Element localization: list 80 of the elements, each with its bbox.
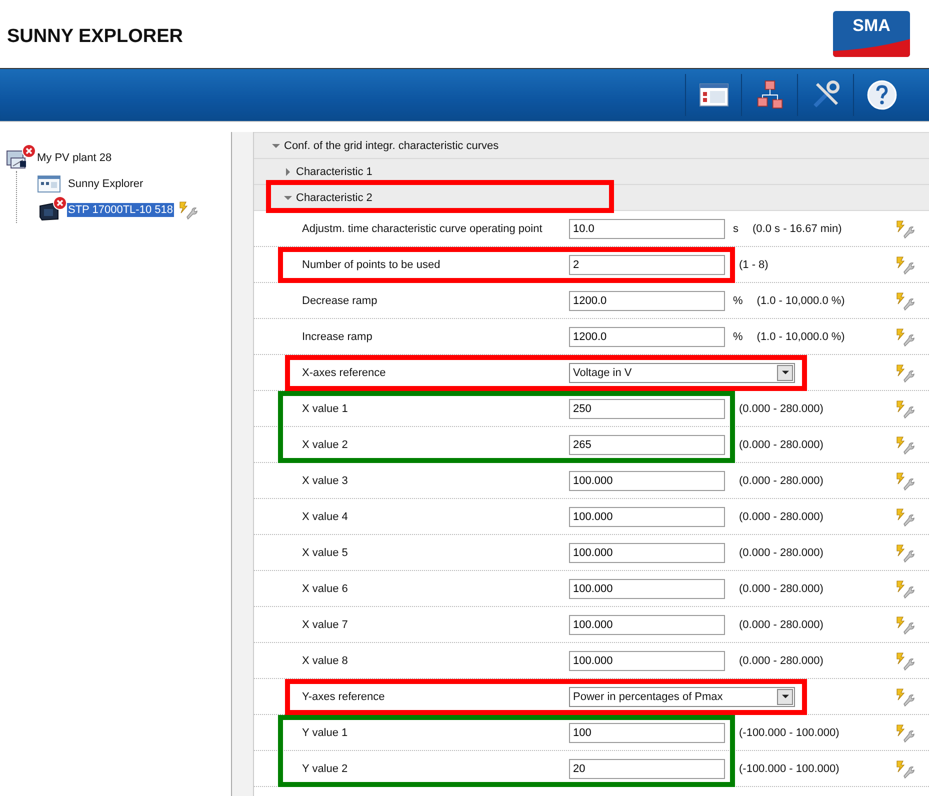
parameter-label: X-axes reference [302, 366, 387, 378]
wrench-lightning-icon[interactable] [895, 758, 915, 778]
wrench-lightning-icon[interactable] [895, 686, 915, 706]
wrench-lightning-icon[interactable] [895, 470, 915, 490]
input-field[interactable]: 100.000 [569, 650, 725, 670]
wrench-lightning-icon[interactable] [895, 614, 915, 634]
section-header[interactable]: Conf. of the grid integr. characteristic curves [284, 140, 499, 152]
range-label: (1.0 - 10,000.0 %) [756, 330, 845, 342]
input-field[interactable]: 2 [569, 254, 725, 274]
unit-label: s [733, 222, 738, 234]
help-icon [866, 79, 898, 111]
parameter-label: Y-axes reference [302, 690, 386, 702]
input-field[interactable]: 100 [569, 722, 725, 742]
range-label: (0.000 - 280.000) [739, 654, 824, 666]
window-icon [698, 82, 728, 108]
input-field[interactable]: 10.0 [569, 218, 725, 238]
range-label: (0.000 - 280.000) [739, 474, 824, 486]
range-label: (0.000 - 280.000) [739, 438, 824, 450]
parameter-label: X value 3 [302, 474, 349, 486]
input-field[interactable]: 265 [569, 434, 725, 454]
input-field[interactable]: 100.000 [569, 470, 725, 490]
logo: SMA [833, 11, 910, 57]
parameter-label: X value 2 [302, 438, 349, 450]
parameter-label: Adjustm. time characteristic curve operating point [302, 222, 544, 234]
parameter-label: X value 5 [302, 546, 349, 558]
parameter-label: Increase ramp [302, 330, 374, 342]
input-field[interactable]: 100.000 [569, 578, 725, 598]
wrench-lightning-icon[interactable] [895, 326, 915, 346]
wrench-lightning-icon[interactable] [178, 200, 198, 220]
range-label: (0.000 - 280.000) [739, 618, 824, 630]
tree-item[interactable]: My PV plant 28 [36, 151, 113, 165]
range-label: (-100.000 - 100.000) [739, 762, 840, 774]
wrench-lightning-icon[interactable] [895, 218, 915, 238]
parameter-label: X value 6 [302, 582, 349, 594]
input-field[interactable]: 1200.0 [569, 326, 725, 346]
parameter-label: X value 7 [302, 618, 349, 630]
range-label: (0.000 - 280.000) [739, 546, 824, 558]
parameter-label: X value 8 [302, 654, 349, 666]
wrench-lightning-icon[interactable] [895, 578, 915, 598]
tree-item[interactable]: Sunny Explorer [67, 177, 144, 191]
wrench-lightning-icon[interactable] [895, 290, 915, 310]
input-field[interactable]: 250 [569, 398, 725, 418]
wrench-lightning-icon[interactable] [895, 254, 915, 274]
range-label: (0.000 - 280.000) [739, 510, 824, 522]
wrench-lightning-icon[interactable] [895, 434, 915, 454]
caret-down-icon[interactable] [782, 693, 788, 700]
parameter-label: Decrease ramp [302, 294, 378, 306]
wrench-lightning-icon[interactable] [895, 362, 915, 382]
dropdown[interactable]: Power in percentages of Pmax [569, 686, 795, 706]
dropdown[interactable]: Voltage in V [569, 362, 795, 382]
unit-label: % [733, 294, 743, 306]
input-field[interactable]: 100.000 [569, 614, 725, 634]
network-icon [756, 80, 784, 110]
parameter-label: X value 4 [302, 510, 349, 522]
wrench-lightning-icon[interactable] [895, 542, 915, 562]
range-label: (0.000 - 280.000) [739, 582, 824, 594]
caret-down-icon[interactable] [782, 369, 788, 376]
parameter-label: Number of points to be used [302, 258, 442, 270]
range-label: (1 - 8) [739, 258, 768, 270]
range-label: (0.0 s - 16.67 min) [752, 222, 842, 234]
section-header[interactable]: Characteristic 1 [296, 166, 372, 178]
parameter-label: Y value 2 [302, 762, 349, 774]
caret-right-icon[interactable] [284, 168, 292, 176]
range-label: (1.0 - 10,000.0 %) [756, 294, 845, 306]
input-field[interactable]: 20 [569, 758, 725, 778]
input-field[interactable]: 100.000 [569, 506, 725, 526]
wrench-lightning-icon[interactable] [895, 722, 915, 742]
section-header[interactable]: Characteristic 2 [296, 192, 372, 204]
parameter-label: X value 1 [302, 402, 349, 414]
range-label: (-100.000 - 100.000) [739, 726, 840, 738]
wrench-lightning-icon[interactable] [895, 398, 915, 418]
parameter-label: Y value 1 [302, 726, 349, 738]
wrench-lightning-icon[interactable] [895, 506, 915, 526]
wrench-lightning-icon[interactable] [895, 650, 915, 670]
unit-label: % [733, 330, 743, 342]
input-field[interactable]: 100.000 [569, 542, 725, 562]
range-label: (0.000 - 280.000) [739, 402, 824, 414]
app-title: SUNNY EXPLORER [7, 26, 183, 48]
tree-item[interactable]: STP 17000TL-10 518 [67, 203, 174, 217]
input-field[interactable]: 1200.0 [569, 290, 725, 310]
